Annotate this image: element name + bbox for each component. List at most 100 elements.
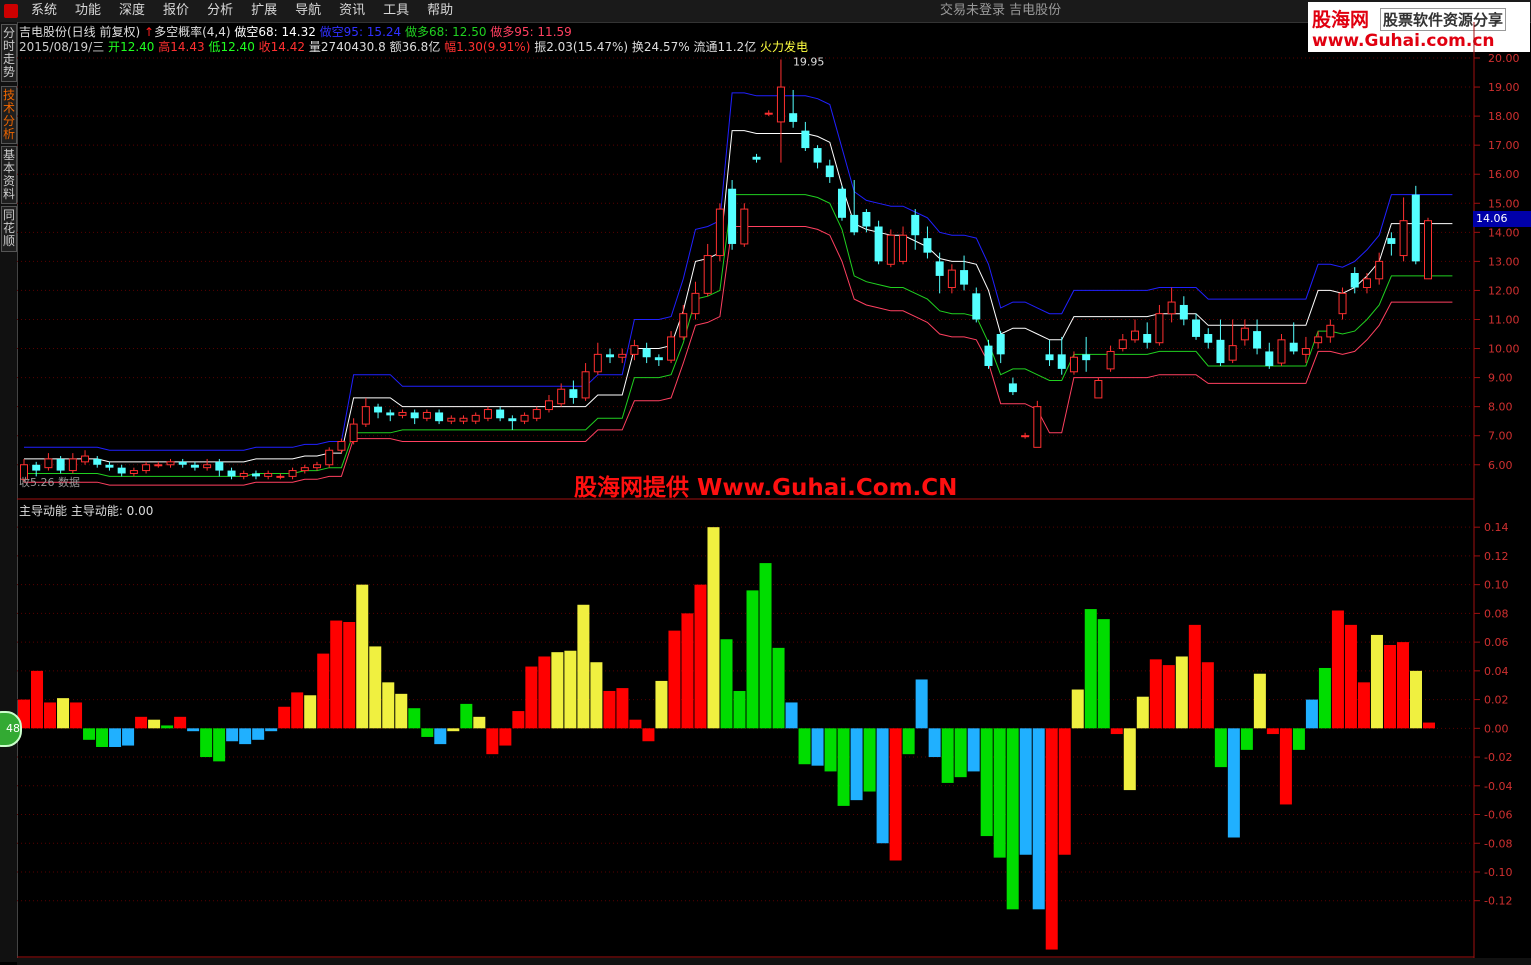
candle-body-110 bbox=[1362, 278, 1371, 289]
candle-body-21 bbox=[276, 475, 285, 478]
momentum-bar-50 bbox=[668, 630, 681, 729]
momentum-bar-74 bbox=[980, 728, 993, 837]
momentum-bar-82 bbox=[1084, 609, 1097, 729]
momentum-bar-8 bbox=[122, 728, 135, 746]
momentum-bar-12 bbox=[174, 716, 187, 729]
candle-body-113 bbox=[1399, 220, 1408, 257]
momentum-title: 主导动能 主导动能: 0.00 bbox=[19, 504, 154, 518]
candle-body-9 bbox=[129, 470, 138, 474]
candle-body-25 bbox=[325, 449, 334, 466]
candle-body-98 bbox=[1216, 339, 1225, 364]
candle-body-97 bbox=[1204, 334, 1213, 343]
candle-body-79 bbox=[984, 345, 993, 366]
momentum-bar-21 bbox=[291, 692, 304, 729]
momentum-axis-label-2: 0.10 bbox=[1484, 579, 1509, 592]
candle-body-103 bbox=[1277, 339, 1286, 364]
momentum-bar-62 bbox=[824, 728, 837, 772]
momentum-axis-label-12: -0.10 bbox=[1484, 866, 1512, 879]
price-axis-label-4: 16.00 bbox=[1488, 168, 1520, 181]
momentum-bar-79 bbox=[1045, 728, 1058, 950]
candle-body-47 bbox=[593, 353, 602, 373]
momentum-bar-17 bbox=[239, 728, 252, 745]
momentum-axis-label-6: 0.02 bbox=[1484, 694, 1509, 707]
price-axis-label-3: 17.00 bbox=[1488, 139, 1520, 152]
momentum-bar-40 bbox=[538, 656, 551, 729]
float-bubble[interactable]: 48 bbox=[0, 711, 22, 747]
momentum-bar-52 bbox=[694, 584, 707, 729]
momentum-bar-70 bbox=[928, 728, 941, 758]
candle-body-55 bbox=[691, 292, 700, 315]
momentum-bar-80 bbox=[1058, 728, 1071, 855]
candle-body-29 bbox=[374, 406, 383, 413]
candle-body-49 bbox=[618, 353, 627, 358]
candle-body-17 bbox=[227, 470, 236, 477]
momentum-axis-label-1: 0.12 bbox=[1484, 550, 1509, 563]
candle-body-51 bbox=[642, 348, 651, 358]
candle-body-12 bbox=[166, 461, 175, 466]
candle-body-48 bbox=[606, 354, 615, 358]
price-axis-label-1: 19.00 bbox=[1488, 81, 1520, 94]
momentum-bar-57 bbox=[759, 563, 772, 729]
momentum-bar-90 bbox=[1188, 624, 1201, 729]
momentum-bar-2 bbox=[44, 702, 57, 729]
momentum-bar-58 bbox=[772, 647, 785, 729]
date-axis-bar[interactable] bbox=[17, 958, 1531, 965]
momentum-bar-30 bbox=[408, 708, 421, 729]
candle-body-67 bbox=[837, 188, 846, 218]
momentum-axis-label-8: -0.02 bbox=[1484, 751, 1512, 764]
peak-price-label: 19.95 bbox=[793, 55, 825, 68]
candle-body-39 bbox=[496, 409, 505, 419]
momentum-bar-105 bbox=[1383, 644, 1396, 729]
momentum-bar-7 bbox=[109, 728, 122, 747]
momentum-bar-37 bbox=[499, 728, 512, 746]
momentum-bar-73 bbox=[967, 728, 980, 772]
candle-body-8 bbox=[117, 467, 126, 474]
momentum-bar-25 bbox=[343, 622, 356, 729]
candle-body-50 bbox=[630, 345, 639, 355]
momentum-bar-71 bbox=[941, 728, 954, 783]
momentum-bar-108 bbox=[1422, 722, 1435, 729]
band-white bbox=[24, 130, 1453, 463]
momentum-bar-29 bbox=[395, 693, 408, 729]
candle-body-96 bbox=[1192, 319, 1201, 337]
candle-body-83 bbox=[1033, 406, 1042, 448]
band-pink bbox=[24, 226, 1453, 486]
candle-body-104 bbox=[1289, 342, 1298, 352]
candle-body-58 bbox=[728, 188, 737, 244]
momentum-bar-35 bbox=[473, 716, 486, 729]
candle-body-91 bbox=[1130, 330, 1139, 341]
price-axis-label-13: 7.00 bbox=[1488, 430, 1513, 443]
momentum-bar-99 bbox=[1305, 699, 1318, 729]
momentum-bar-43 bbox=[577, 604, 590, 729]
momentum-bar-26 bbox=[356, 584, 369, 729]
momentum-bar-92 bbox=[1214, 728, 1227, 768]
candle-body-40 bbox=[508, 418, 517, 422]
price-axis-label-0: 20.00 bbox=[1488, 52, 1520, 65]
candle-body-7 bbox=[105, 464, 114, 468]
momentum-bar-76 bbox=[1006, 728, 1019, 910]
candle-body-70 bbox=[874, 226, 883, 262]
candle-body-22 bbox=[288, 470, 297, 477]
momentum-bar-22 bbox=[304, 695, 317, 729]
candle-body-106 bbox=[1314, 336, 1323, 344]
momentum-bar-68 bbox=[902, 728, 915, 755]
price-axis-label-14: 6.00 bbox=[1488, 459, 1513, 472]
candle-body-16 bbox=[215, 461, 224, 471]
momentum-bar-48 bbox=[642, 728, 655, 742]
momentum-bar-56 bbox=[746, 590, 759, 729]
momentum-bar-72 bbox=[954, 728, 967, 778]
candle-body-27 bbox=[349, 423, 358, 443]
momentum-bar-100 bbox=[1318, 667, 1331, 729]
candle-body-32 bbox=[410, 412, 419, 419]
momentum-bar-78 bbox=[1032, 728, 1045, 910]
candle-body-15 bbox=[203, 464, 212, 469]
price-axis-label-8: 12.00 bbox=[1488, 284, 1520, 297]
momentum-bar-16 bbox=[226, 728, 239, 742]
momentum-bar-5 bbox=[83, 728, 96, 740]
momentum-axis-label-0: 0.14 bbox=[1484, 521, 1509, 534]
momentum-bar-39 bbox=[525, 666, 538, 729]
momentum-bar-104 bbox=[1370, 634, 1383, 729]
momentum-bar-38 bbox=[512, 711, 525, 729]
momentum-bar-66 bbox=[876, 728, 889, 844]
momentum-bar-93 bbox=[1227, 728, 1240, 838]
